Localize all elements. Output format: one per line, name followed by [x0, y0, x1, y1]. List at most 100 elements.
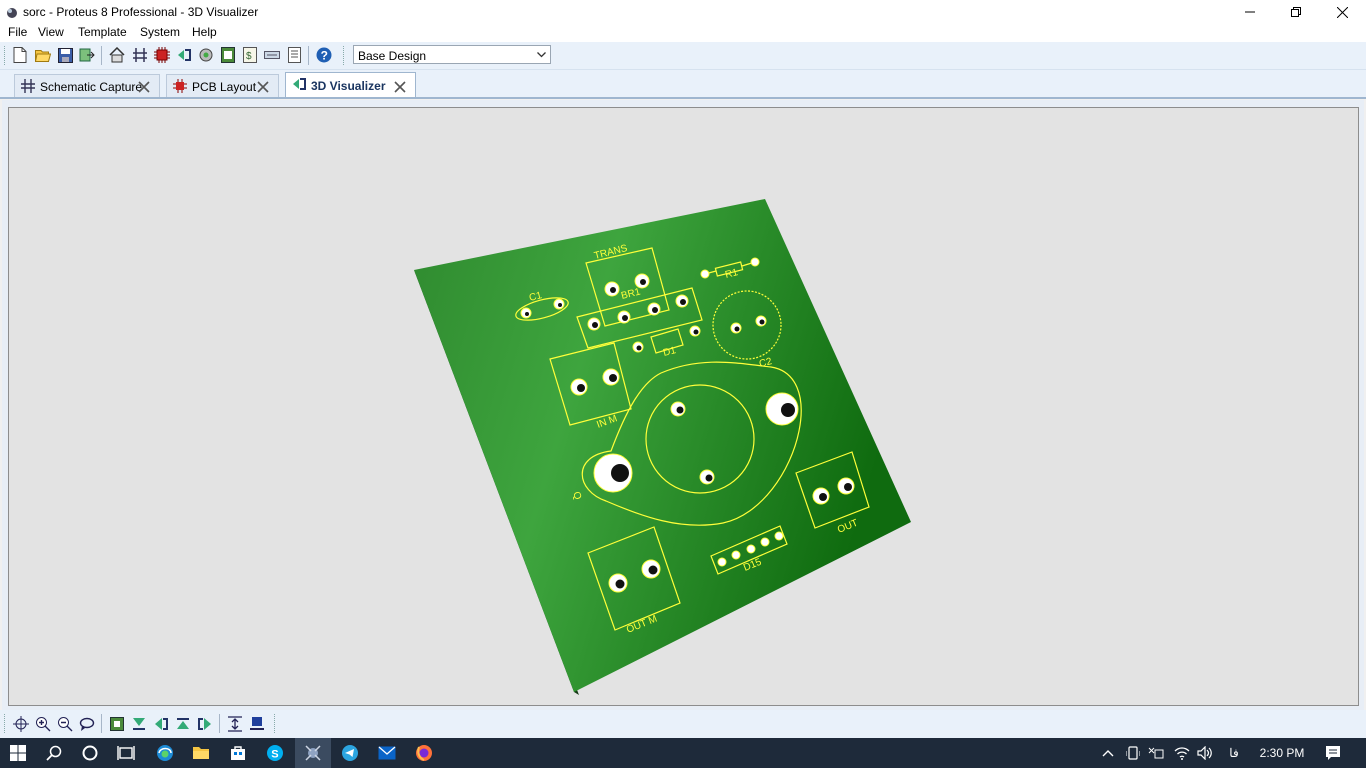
import-icon: [79, 48, 95, 62]
telegram-icon: [342, 745, 358, 761]
keyboard-tray-button[interactable]: [1146, 738, 1166, 768]
device-icon: [1126, 746, 1140, 760]
task-view-button[interactable]: [108, 738, 144, 768]
menu-bar: File View Template System Help: [0, 24, 1366, 42]
close-button[interactable]: [1319, 0, 1365, 24]
menu-view[interactable]: View: [38, 25, 64, 39]
edge-button[interactable]: [147, 738, 183, 768]
search-button[interactable]: [36, 738, 72, 768]
menu-system[interactable]: System: [140, 25, 180, 39]
right-view-button[interactable]: [196, 715, 214, 733]
svg-text:$: $: [246, 51, 252, 62]
tab-divider: [0, 97, 1366, 99]
netlist-button[interactable]: [263, 46, 281, 64]
tab-label: 3D Visualizer: [311, 79, 386, 93]
tab-schematic-capture[interactable]: Schematic Capture: [14, 74, 160, 98]
pan-icon: [13, 716, 29, 732]
tab-label: PCB Layout: [192, 80, 257, 94]
restore-icon: [1291, 7, 1301, 17]
menu-template[interactable]: Template: [78, 25, 127, 39]
device-tray-button[interactable]: [1123, 738, 1143, 768]
language-indicator[interactable]: فا: [1223, 738, 1245, 768]
visualizer-button[interactable]: [197, 46, 215, 64]
view-controls-bar: [0, 710, 1366, 738]
tab-label: Schematic Capture: [40, 80, 143, 94]
main-toolbar: $ ? Base Design: [0, 42, 1366, 70]
schematic-button[interactable]: [131, 46, 149, 64]
restore-button[interactable]: [1273, 0, 1319, 24]
file-explorer-button[interactable]: [183, 738, 219, 768]
bom-icon: [221, 47, 235, 63]
bom-button[interactable]: [219, 46, 237, 64]
front-view-icon: [133, 718, 145, 730]
proteus-icon: [305, 745, 321, 761]
home-button[interactable]: [108, 46, 126, 64]
pcb-tab-icon: [173, 79, 187, 93]
proteus-taskbar-button[interactable]: [295, 738, 331, 768]
start-button[interactable]: [0, 738, 36, 768]
3d-viewport[interactable]: TRANS R1 C1 BR1 D1 C2 IN M Q OUT D15 OUT…: [8, 107, 1359, 706]
rotate-button[interactable]: [78, 715, 96, 733]
wifi-tray-button[interactable]: [1171, 738, 1193, 768]
menu-file[interactable]: File: [8, 25, 27, 39]
open-button[interactable]: [34, 46, 52, 64]
visualizer-icon: [199, 48, 213, 62]
telegram-button[interactable]: [332, 738, 368, 768]
right-view-icon: [198, 718, 211, 730]
help-icon: ?: [316, 47, 332, 63]
design-select[interactable]: Base Design: [353, 45, 551, 64]
zoom-in-button[interactable]: [34, 715, 52, 733]
pan-button[interactable]: [12, 715, 30, 733]
store-icon: [231, 746, 245, 760]
mail-button[interactable]: [369, 738, 405, 768]
back-view-button[interactable]: [174, 715, 192, 733]
menu-help[interactable]: Help: [192, 25, 217, 39]
chevron-up-icon: [1102, 750, 1114, 757]
store-button[interactable]: [220, 738, 256, 768]
show-hidden-icons-button[interactable]: [1098, 738, 1118, 768]
rotate-icon: [79, 717, 95, 731]
pcb-board: [414, 199, 911, 692]
close-tab-icon[interactable]: [393, 80, 407, 94]
tab-3d-visualizer[interactable]: 3D Visualizer: [285, 72, 416, 99]
notification-button[interactable]: [1318, 738, 1348, 768]
design-notes-button[interactable]: $: [241, 46, 259, 64]
close-tab-icon[interactable]: [256, 80, 270, 94]
cortana-button[interactable]: [72, 738, 108, 768]
save-icon: [57, 47, 73, 63]
bottom-view-button[interactable]: [248, 715, 266, 733]
skype-button[interactable]: S: [257, 738, 293, 768]
clock[interactable]: 2:30 PM: [1252, 738, 1312, 768]
gerber-button[interactable]: [175, 46, 193, 64]
tab-pcb-layout[interactable]: PCB Layout: [166, 74, 279, 98]
top-view-button[interactable]: [108, 715, 126, 733]
firefox-button[interactable]: [406, 738, 442, 768]
cortana-icon: [82, 745, 98, 761]
task-view-icon: [117, 746, 135, 760]
zoom-out-button[interactable]: [56, 715, 74, 733]
minimize-button[interactable]: [1227, 0, 1273, 24]
edge-icon: [157, 745, 173, 761]
netlist-icon: [264, 51, 280, 59]
left-view-icon: [155, 718, 168, 730]
pcb-icon: [154, 47, 170, 63]
report-button[interactable]: [285, 46, 303, 64]
keyboard-icon: [1148, 747, 1164, 759]
left-view-button[interactable]: [152, 715, 170, 733]
import-button[interactable]: [78, 46, 96, 64]
volume-tray-button[interactable]: [1194, 738, 1216, 768]
close-tab-icon[interactable]: [137, 80, 151, 94]
save-button[interactable]: [56, 46, 74, 64]
front-view-button[interactable]: [130, 715, 148, 733]
skype-icon: S: [267, 745, 283, 761]
minimize-icon: [1245, 11, 1255, 13]
new-file-button[interactable]: [11, 46, 29, 64]
fit-height-button[interactable]: [226, 715, 244, 733]
close-icon: [1336, 6, 1348, 18]
report-icon: [287, 47, 301, 63]
zoom-out-icon: [58, 717, 73, 732]
help-button[interactable]: ?: [315, 46, 333, 64]
open-folder-icon: [35, 50, 51, 62]
proteus-app-icon: [7, 8, 17, 18]
pcb-button[interactable]: [153, 46, 171, 64]
